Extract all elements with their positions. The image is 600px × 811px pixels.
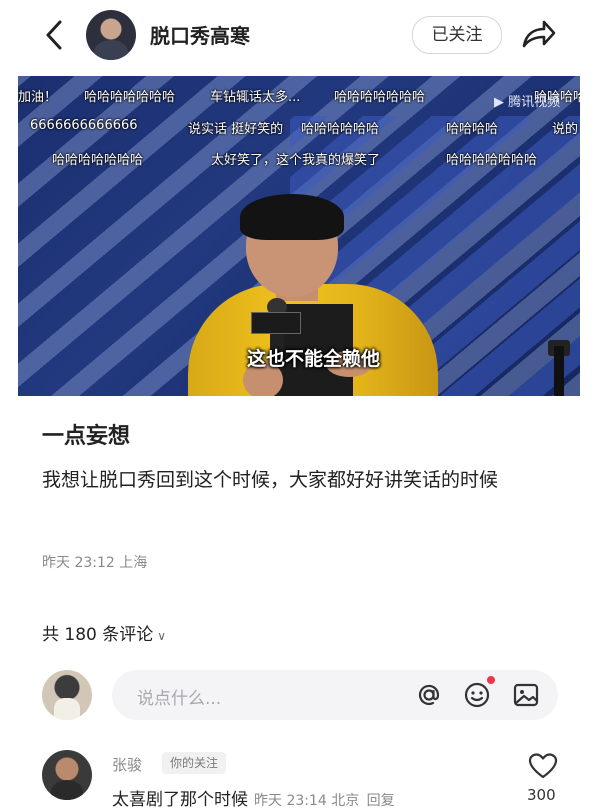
comment-count-label: 共 180 条评论	[42, 625, 154, 645]
tencent-video-watermark: ▶ 腾讯视频	[494, 91, 560, 110]
comment-body: 太喜剧了那个时候	[112, 790, 248, 810]
notification-dot	[487, 676, 495, 684]
comment-input[interactable]: 说点什么...	[112, 670, 558, 720]
post-meta: 昨天 23:12 上海	[42, 555, 148, 571]
danmaku-comment: 太好笑了，这个我真的爆笑了	[211, 153, 381, 168]
follow-button[interactable]: 已关注	[412, 16, 502, 54]
danmaku-comment: 哈哈哈哈哈哈哈	[84, 90, 176, 105]
mic-stand	[554, 346, 564, 396]
post-title: 一点妄想	[42, 424, 131, 449]
play-logo-icon: ▶	[494, 95, 504, 110]
danmaku-comment: 哈哈哈哈哈哈哈	[52, 153, 144, 168]
comment-text: 太喜剧了那个时候 昨天 23:14 北京 回复	[112, 785, 395, 810]
danmaku-comment: 哈哈哈哈哈哈哈	[334, 90, 426, 105]
post-body: 我想让脱口秀回到这个时候，大家都好好讲笑话的时候	[42, 469, 499, 491]
like-count: 300	[527, 786, 556, 804]
microphone-flag	[251, 312, 301, 334]
video-subtitle: 这也不能全赖他	[247, 348, 381, 370]
reply-button[interactable]: 回复	[367, 793, 395, 809]
emoji-icon[interactable]	[463, 681, 491, 709]
commenter-name[interactable]: 张骏	[112, 754, 142, 775]
danmaku-comment: 说的	[552, 122, 579, 137]
danmaku-comment: 哈哈哈哈哈哈	[301, 122, 380, 137]
at-mention-icon[interactable]	[415, 681, 443, 709]
comment-input-placeholder: 说点什么...	[137, 689, 222, 709]
watermark-text: 腾讯视频	[508, 95, 561, 110]
image-icon[interactable]	[512, 681, 540, 709]
following-badge: 你的关注	[162, 752, 227, 774]
commenter-avatar[interactable]	[42, 750, 92, 800]
danmaku-comment: 说实话 挺好笑的	[188, 122, 284, 137]
author-name[interactable]: 脱口秀高寒	[150, 20, 250, 49]
share-icon[interactable]	[518, 18, 558, 52]
danmaku-comment: 哈哈哈哈	[446, 122, 499, 137]
danmaku-comment: 加油！	[18, 90, 58, 105]
performer-hair	[240, 194, 344, 240]
top-bar: 脱口秀高寒 已关注	[0, 0, 600, 72]
heart-icon[interactable]	[528, 752, 558, 780]
danmaku-comment: 6666666666666	[30, 118, 138, 133]
my-avatar	[42, 670, 92, 720]
comment-meta: 昨天 23:14 北京	[254, 793, 360, 809]
author-avatar[interactable]	[86, 10, 136, 60]
danmaku-comment: 车钻辄话太多...	[210, 90, 301, 105]
danmaku-comment: 哈哈哈哈哈哈哈	[446, 153, 538, 168]
chevron-down-icon: ∨	[157, 629, 167, 643]
back-arrow-icon[interactable]	[40, 18, 70, 52]
comment-count-toggle[interactable]: 共 180 条评论 ∨	[42, 620, 166, 645]
video-player[interactable]: 加油！ 哈哈哈哈哈哈哈 车钻辄话太多... 哈哈哈哈哈哈哈 哈哈哈哈 66666…	[18, 76, 580, 396]
